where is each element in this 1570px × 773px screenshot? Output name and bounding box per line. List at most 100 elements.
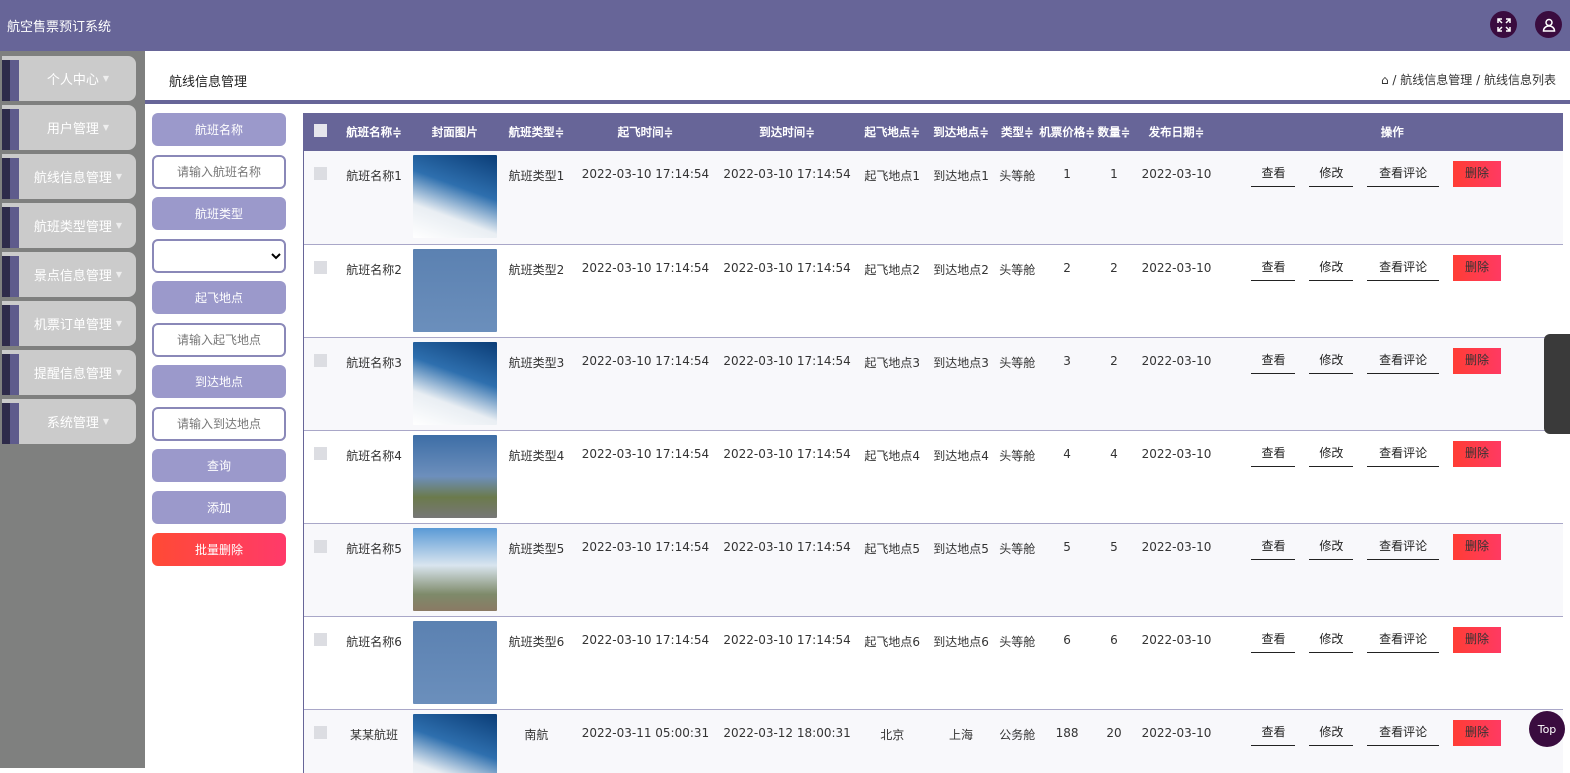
view-button[interactable]: 查看: [1251, 161, 1295, 187]
sidebar-item[interactable]: 景点信息管理▼: [2, 252, 136, 297]
cell-depart: 2022-03-10 17:14:54: [575, 337, 716, 430]
view-button[interactable]: 查看: [1251, 348, 1295, 374]
view-comments-button[interactable]: 查看评论: [1367, 441, 1439, 467]
back-to-top-button[interactable]: Top: [1529, 711, 1565, 747]
breadcrumb-item[interactable]: 航线信息管理: [1400, 73, 1472, 87]
column-header[interactable]: 发布日期≑: [1133, 113, 1221, 151]
edit-button[interactable]: 修改: [1309, 627, 1353, 653]
row-checkbox[interactable]: [314, 540, 327, 553]
row-checkbox[interactable]: [314, 167, 327, 180]
cell-date: 2022-03-10: [1133, 616, 1221, 709]
fullscreen-button[interactable]: [1490, 11, 1517, 38]
delete-button[interactable]: 删除: [1453, 534, 1501, 560]
sidebar-item[interactable]: 用户管理▼: [2, 105, 136, 150]
column-header[interactable]: 航班类型≑: [498, 113, 575, 151]
cell-cabin: 头等舱: [996, 523, 1039, 616]
view-comments-button[interactable]: 查看评论: [1367, 161, 1439, 187]
sidebar-item-label: 航班类型管理: [34, 216, 112, 235]
view-button[interactable]: 查看: [1251, 627, 1295, 653]
sidebar-item[interactable]: 机票订单管理▼: [2, 301, 136, 346]
column-header[interactable]: 起飞时间≑: [575, 113, 716, 151]
view-comments-button[interactable]: 查看评论: [1367, 348, 1439, 374]
cell-name: 航班名称6: [336, 616, 412, 709]
cell-qty: 20: [1095, 709, 1132, 773]
caret-down-icon: ▼: [116, 270, 122, 279]
side-drawer-handle[interactable]: [1544, 334, 1570, 434]
table-row: 某某航班南航2022-03-11 05:00:312022-03-12 18:0…: [304, 709, 1563, 773]
delete-button[interactable]: 删除: [1453, 255, 1501, 281]
column-header[interactable]: 航班名称≑: [336, 113, 412, 151]
edit-button[interactable]: 修改: [1309, 720, 1353, 746]
cell-type: 航班类型5: [498, 523, 575, 616]
sidebar-item[interactable]: 航线信息管理▼: [2, 154, 136, 199]
cell-from: 起飞地点4: [858, 430, 926, 523]
column-header[interactable]: 机票价格≑: [1039, 113, 1096, 151]
home-icon[interactable]: ⌂: [1381, 73, 1389, 87]
delete-button[interactable]: 删除: [1453, 161, 1501, 187]
flight-name-label: 航班名称: [152, 113, 286, 146]
row-checkbox[interactable]: [314, 354, 327, 367]
row-checkbox[interactable]: [314, 726, 327, 739]
cell-qty: 2: [1095, 244, 1132, 337]
add-button[interactable]: 添加: [152, 491, 286, 524]
flight-name-input[interactable]: [152, 155, 286, 189]
select-all-checkbox[interactable]: [314, 124, 327, 137]
cell-to: 到达地点6: [926, 616, 996, 709]
edit-button[interactable]: 修改: [1309, 161, 1353, 187]
cell-name: 航班名称1: [336, 151, 412, 244]
row-checkbox[interactable]: [314, 633, 327, 646]
sidebar-item[interactable]: 个人中心▼: [2, 56, 136, 101]
edit-button[interactable]: 修改: [1309, 255, 1353, 281]
cell-type: 航班类型3: [498, 337, 575, 430]
column-header[interactable]: 数量≑: [1095, 113, 1132, 151]
view-comments-button[interactable]: 查看评论: [1367, 627, 1439, 653]
to-input[interactable]: [152, 407, 286, 441]
flight-type-label: 航班类型: [152, 197, 286, 230]
column-header[interactable]: 类型≑: [996, 113, 1039, 151]
edit-button[interactable]: 修改: [1309, 348, 1353, 374]
view-button[interactable]: 查看: [1251, 534, 1295, 560]
view-comments-button[interactable]: 查看评论: [1367, 534, 1439, 560]
delete-button[interactable]: 删除: [1453, 627, 1501, 653]
delete-button[interactable]: 删除: [1453, 720, 1501, 746]
app-title: 航空售票预订系统: [7, 16, 111, 35]
view-button[interactable]: 查看: [1251, 720, 1295, 746]
sidebar-item[interactable]: 航班类型管理▼: [2, 203, 136, 248]
row-checkbox[interactable]: [314, 261, 327, 274]
cell-price: 1: [1039, 151, 1096, 244]
column-header[interactable]: 起飞地点≑: [858, 113, 926, 151]
user-button[interactable]: [1535, 11, 1562, 38]
sidebar-item[interactable]: 系统管理▼: [2, 399, 136, 444]
cell-price: 4: [1039, 430, 1096, 523]
cell-depart: 2022-03-10 17:14:54: [575, 151, 716, 244]
column-header[interactable]: 到达时间≑: [716, 113, 859, 151]
column-header[interactable]: 到达地点≑: [926, 113, 996, 151]
view-button[interactable]: 查看: [1251, 255, 1295, 281]
delete-button[interactable]: 删除: [1453, 348, 1501, 374]
row-checkbox[interactable]: [314, 447, 327, 460]
cell-to: 到达地点3: [926, 337, 996, 430]
cell-cabin: 头等舱: [996, 616, 1039, 709]
edit-button[interactable]: 修改: [1309, 441, 1353, 467]
flight-type-select[interactable]: [152, 239, 286, 273]
divider: [145, 100, 1570, 104]
batch-delete-button[interactable]: 批量删除: [152, 533, 286, 566]
cell-name: 航班名称2: [336, 244, 412, 337]
cell-price: 6: [1039, 616, 1096, 709]
view-button[interactable]: 查看: [1251, 441, 1295, 467]
cell-price: 3: [1039, 337, 1096, 430]
sidebar-item-label: 航线信息管理: [34, 167, 112, 186]
cell-type: 航班类型4: [498, 430, 575, 523]
delete-button[interactable]: 删除: [1453, 441, 1501, 467]
search-button[interactable]: 查询: [152, 449, 286, 482]
sidebar-item[interactable]: 提醒信息管理▼: [2, 350, 136, 395]
view-comments-button[interactable]: 查看评论: [1367, 720, 1439, 746]
cell-name: 航班名称5: [336, 523, 412, 616]
page-title: 航线信息管理: [169, 71, 247, 90]
edit-button[interactable]: 修改: [1309, 534, 1353, 560]
cell-from: 起飞地点5: [858, 523, 926, 616]
cell-to: 上海: [926, 709, 996, 773]
from-input[interactable]: [152, 323, 286, 357]
view-comments-button[interactable]: 查看评论: [1367, 255, 1439, 281]
sidebar-item-label: 用户管理: [47, 118, 99, 137]
